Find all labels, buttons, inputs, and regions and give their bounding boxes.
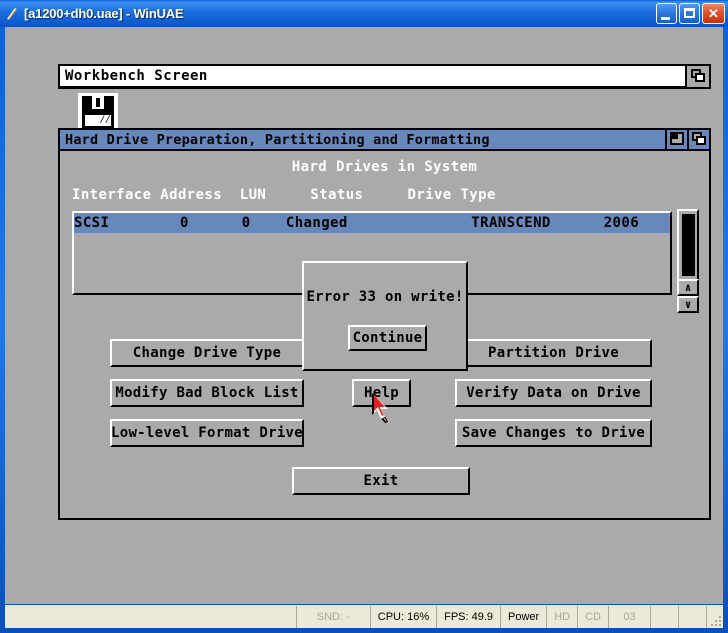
change-drive-type-button[interactable]: Change Drive Type — [110, 339, 304, 367]
amiga-screen[interactable]: Workbench Screen // Hard Drive Preparati… — [5, 27, 723, 604]
resize-grip[interactable] — [706, 606, 723, 628]
maximize-button[interactable] — [679, 3, 700, 24]
status-cd-led[interactable]: CD — [577, 606, 608, 628]
scroll-up-button[interactable]: ∧ — [677, 279, 699, 296]
scroll-down-button[interactable]: ∨ — [677, 296, 699, 313]
drives-heading: Hard Drives in System — [291, 159, 478, 175]
floppy-disk-icon[interactable]: // — [78, 93, 118, 131]
zoom-icon — [670, 132, 684, 145]
save-changes-to-drive-button[interactable]: Save Changes to Drive — [455, 419, 652, 447]
workbench-screen-bar[interactable]: Workbench Screen — [58, 64, 711, 89]
status-spacer — [5, 606, 296, 628]
status-bar: SND: - CPU: 16% FPS: 49.9 Power HD CD 03 — [5, 605, 723, 628]
hdtoolbox-window[interactable]: Hard Drive Preparation, Partitioning and… — [58, 128, 711, 520]
winuae-icon — [4, 6, 20, 22]
exit-button[interactable]: Exit — [292, 467, 470, 495]
winuae-window: [a1200+dh0.uae] - WinUAE ✕ Workbench Scr… — [0, 0, 728, 633]
screenshot-root: [a1200+dh0.uae] - WinUAE ✕ Workbench Scr… — [0, 0, 728, 633]
status-hd-led[interactable]: HD — [546, 606, 577, 628]
window-titlebar[interactable]: [a1200+dh0.uae] - WinUAE ✕ — [0, 0, 728, 27]
depth-icon — [691, 69, 705, 82]
minimize-button[interactable] — [656, 3, 677, 24]
close-button[interactable]: ✕ — [702, 3, 725, 24]
table-row[interactable]: SCSI 0 0 Changed TRANSCEND 2006 — [74, 213, 670, 233]
maximize-icon — [684, 8, 695, 18]
status-cpu[interactable]: CPU: 16% — [369, 606, 436, 628]
floppy-label: // — [85, 115, 111, 126]
screen-depth-gadget[interactable] — [685, 66, 709, 87]
low-level-format-drive-button[interactable]: Low-level Format Drive — [110, 419, 304, 447]
window-depth-gadget[interactable] — [687, 130, 709, 149]
floppy-shutter — [92, 96, 104, 109]
status-drive-led[interactable]: 03 — [608, 606, 650, 628]
modify-bad-block-list-button[interactable]: Modify Bad Block List — [110, 379, 304, 407]
workbench-screen-title: Workbench Screen — [65, 68, 208, 84]
error-requester: Error 33 on write! Continue — [302, 261, 468, 371]
status-sound[interactable]: SND: - — [295, 606, 370, 628]
hdtoolbox-gadgets — [665, 130, 709, 149]
minimize-icon — [661, 17, 670, 20]
hdtoolbox-body: Hard Drives in System Interface Address … — [60, 151, 709, 518]
zoom-gadget[interactable] — [665, 130, 687, 149]
partition-drive-button[interactable]: Partition Drive — [455, 339, 652, 367]
scrollbar-thumb[interactable] — [682, 214, 695, 276]
depth-icon — [692, 132, 706, 145]
drives-scrollbar[interactable]: ∧ ∨ — [677, 209, 699, 313]
status-empty-2 — [678, 606, 706, 628]
verify-data-on-drive-button[interactable]: Verify Data on Drive — [455, 379, 652, 407]
continue-button[interactable]: Continue — [348, 325, 427, 351]
error-message: Error 33 on write! — [306, 289, 464, 305]
scrollbar-track[interactable] — [677, 209, 699, 281]
window-title: [a1200+dh0.uae] - WinUAE — [24, 6, 184, 21]
floppy-body: // — [82, 96, 114, 128]
status-power-led[interactable]: Power — [500, 606, 546, 628]
hdtoolbox-titlebar[interactable]: Hard Drive Preparation, Partitioning and… — [60, 130, 709, 151]
close-icon: ✕ — [708, 6, 719, 21]
drives-column-headers: Interface Address LUN Status Drive Type — [72, 187, 496, 203]
status-empty-1 — [650, 606, 678, 628]
hdtoolbox-title: Hard Drive Preparation, Partitioning and… — [65, 131, 490, 148]
status-fps[interactable]: FPS: 49.9 — [436, 606, 500, 628]
help-button[interactable]: Help — [352, 379, 411, 407]
window-controls: ✕ — [656, 3, 725, 24]
